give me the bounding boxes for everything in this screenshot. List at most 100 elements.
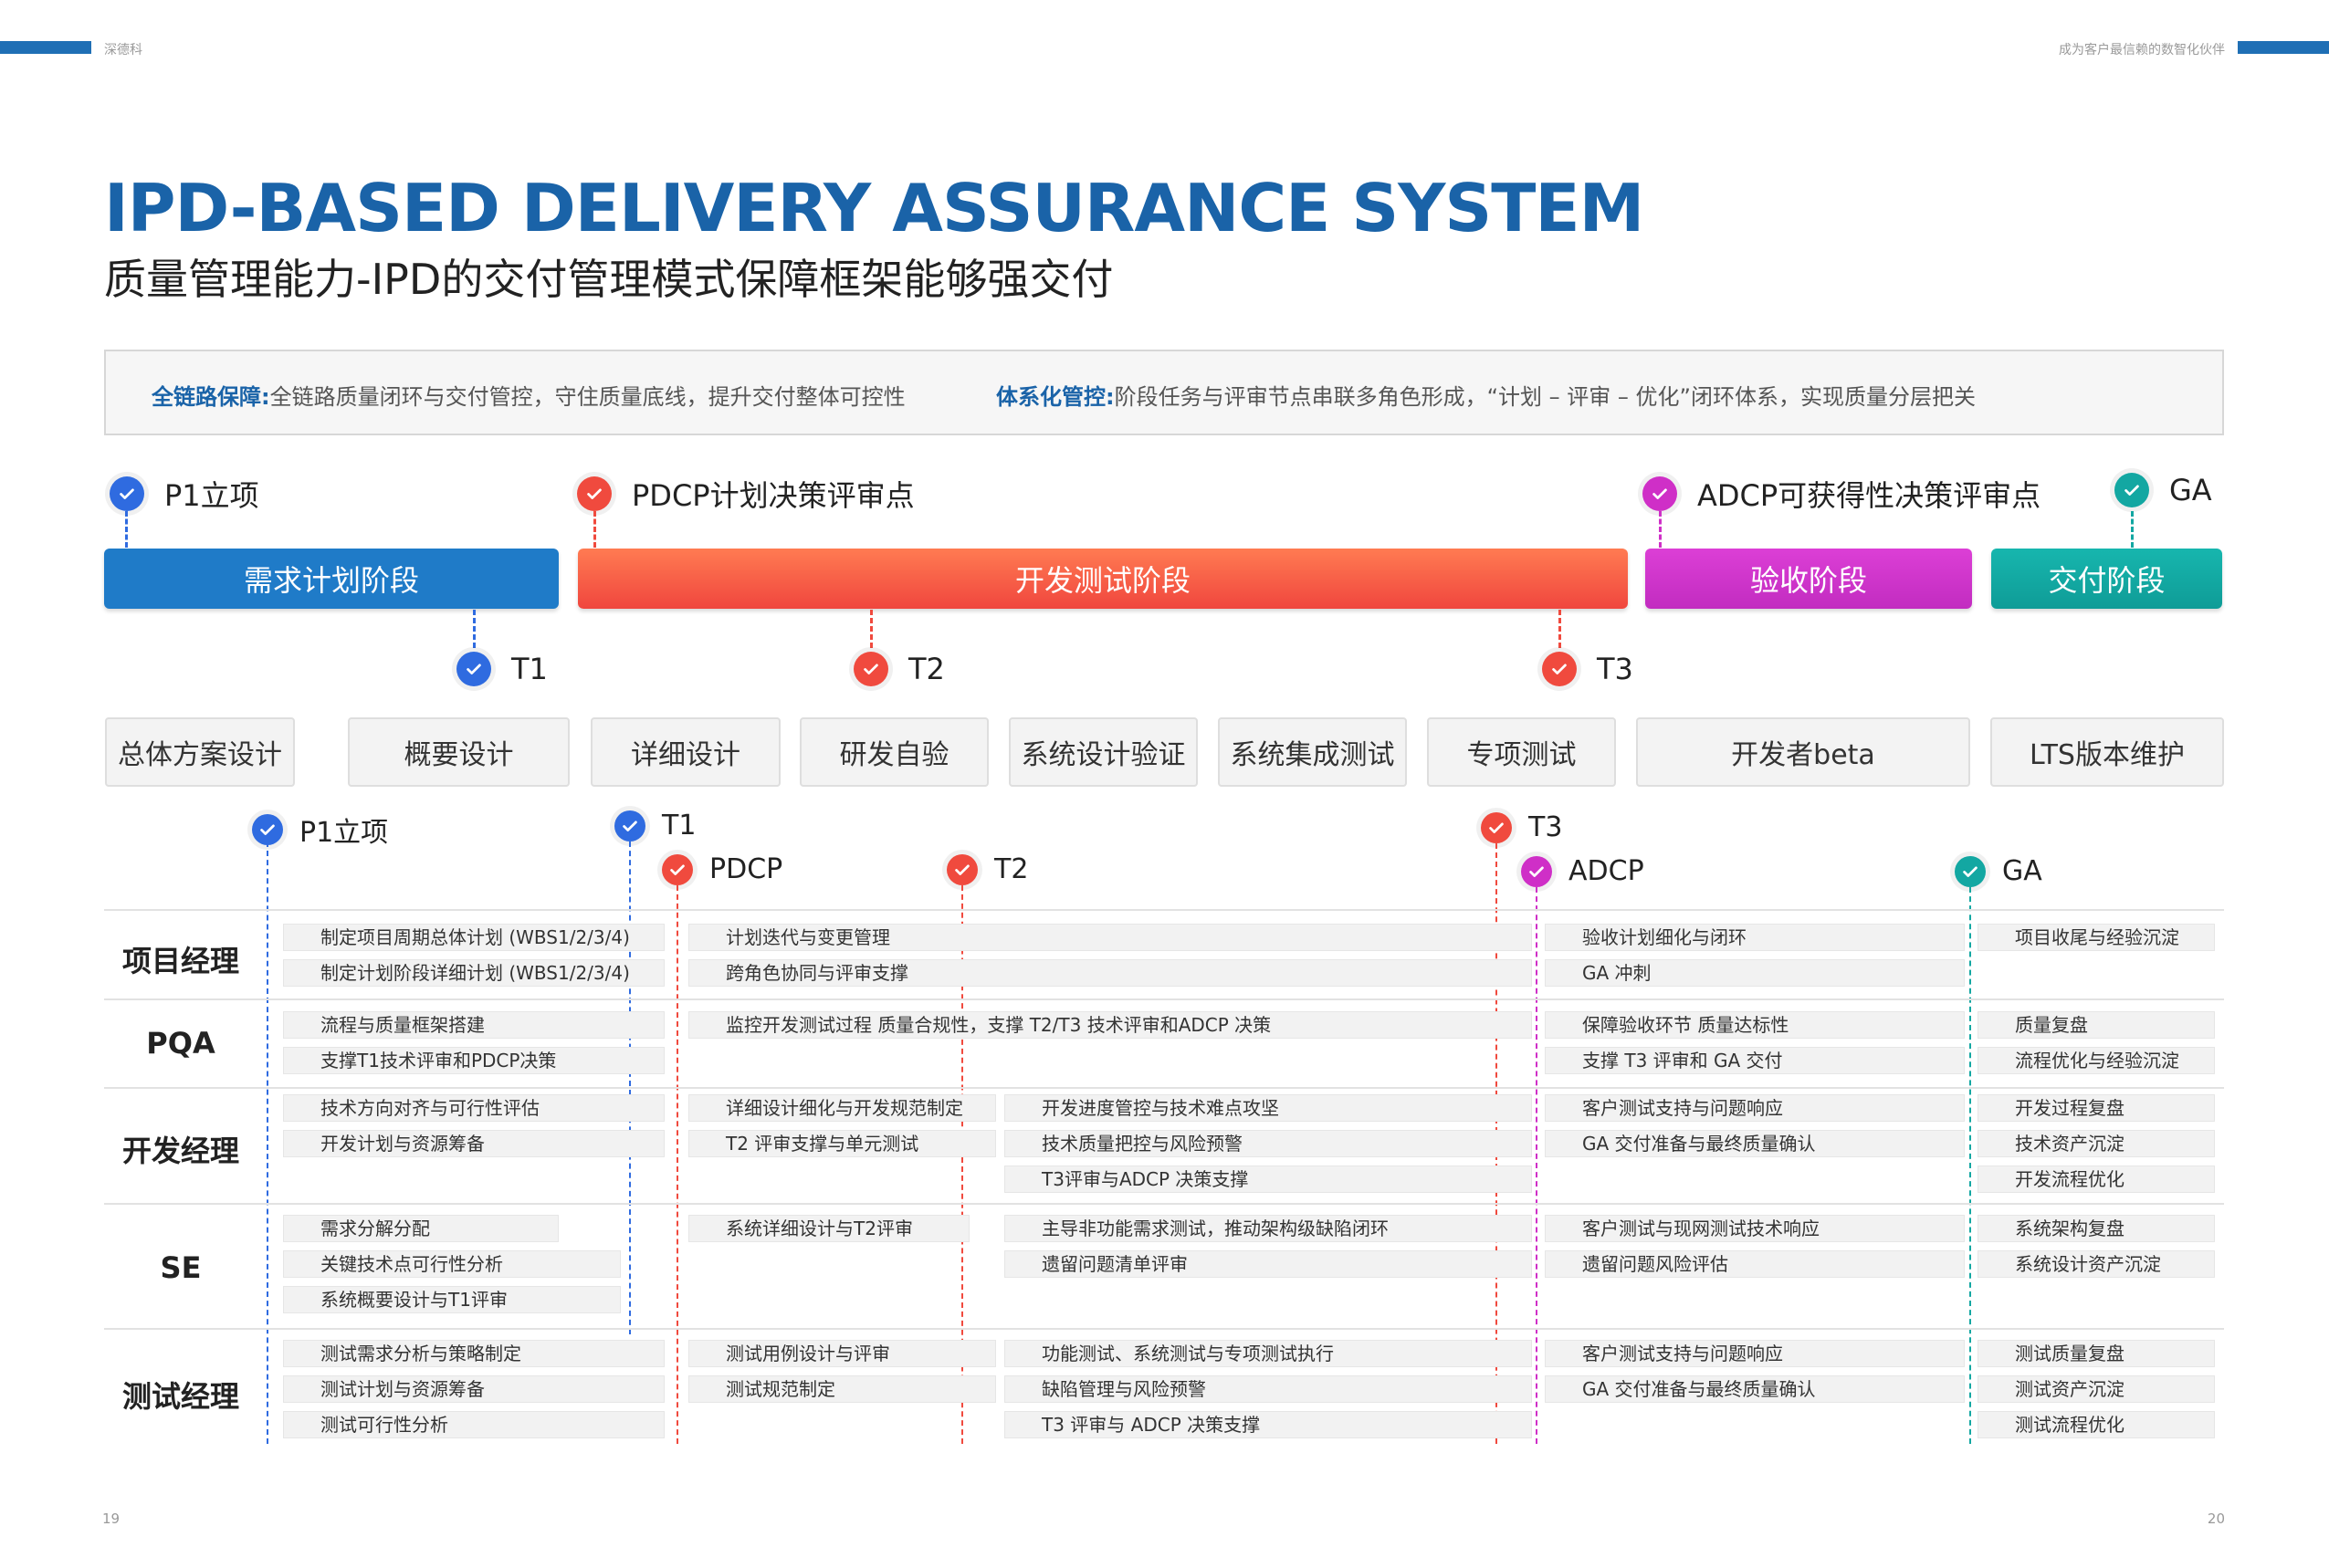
step-detailed-design: 详细设计 bbox=[591, 717, 781, 787]
role-test-manager: 测试经理 bbox=[121, 1379, 239, 1414]
task-cell: 系统设计资产沉淀 bbox=[1978, 1250, 2215, 1278]
connector-line bbox=[473, 610, 476, 648]
task-cell: 流程优化与经验沉淀 bbox=[1978, 1047, 2215, 1074]
row-divider bbox=[104, 1203, 2224, 1205]
connector-line bbox=[870, 610, 873, 648]
task-cell: 技术资产沉淀 bbox=[1978, 1130, 2215, 1157]
task-cell: T2 评审支撑与单元测试 bbox=[688, 1130, 996, 1157]
task-cell: 流程与质量框架搭建 bbox=[283, 1011, 665, 1039]
task-cell: 支撑T1技术评审和PDCP决策 bbox=[283, 1047, 665, 1074]
task-cell: 客户测试支持与问题响应 bbox=[1545, 1340, 1965, 1367]
step-self-verify: 研发自验 bbox=[800, 717, 989, 787]
summary-item-1: 全链路保障:全链路质量闭环与交付管控，守住质量底线，提升交付整体可控性 bbox=[152, 384, 906, 410]
check-icon bbox=[2114, 473, 2149, 507]
milestone-t3: T3 bbox=[1542, 652, 1633, 686]
task-cell: GA 冲刺 bbox=[1545, 959, 1965, 987]
lower-milestone-p1: P1立项 bbox=[252, 810, 388, 850]
row-divider bbox=[104, 1328, 2224, 1330]
page-number-right: 20 bbox=[2207, 1511, 2225, 1527]
step-outline-design: 概要设计 bbox=[348, 717, 570, 787]
connector-line bbox=[1558, 610, 1561, 648]
row-divider bbox=[104, 909, 2224, 911]
task-cell: 需求分解分配 bbox=[283, 1215, 559, 1242]
step-system-design-verify: 系统设计验证 bbox=[1009, 717, 1198, 787]
step-system-integration-test: 系统集成测试 bbox=[1218, 717, 1407, 787]
task-cell: GA 交付准备与最终质量确认 bbox=[1545, 1375, 1965, 1403]
page-number-left: 19 bbox=[102, 1511, 121, 1527]
page-title-cn: 质量管理能力-IPD的交付管理模式保障框架能够强交付 bbox=[104, 255, 1114, 304]
lower-milestone-t1: T1 bbox=[614, 810, 696, 841]
check-icon bbox=[1642, 476, 1677, 511]
task-cell: 制定项目周期总体计划 (WBS1/2/3/4) bbox=[283, 924, 665, 951]
task-cell: 系统详细设计与T2评审 bbox=[688, 1215, 970, 1242]
check-icon bbox=[456, 652, 491, 686]
phase-dev-test: 开发测试阶段 bbox=[578, 549, 1628, 609]
check-icon bbox=[1542, 652, 1577, 686]
task-cell: T3评审与ADCP 决策支撑 bbox=[1004, 1166, 1532, 1193]
guide-line-p1 bbox=[267, 841, 268, 1444]
task-cell: 开发流程优化 bbox=[1978, 1166, 2215, 1193]
milestone-pdcp: PDCP计划决策评审点 bbox=[577, 473, 915, 515]
check-icon bbox=[577, 476, 612, 511]
task-cell: 测试资产沉淀 bbox=[1978, 1375, 2215, 1403]
page-title-en: IPD-BASED DELIVERY ASSURANCE SYSTEM bbox=[104, 170, 1644, 246]
task-cell: 跨角色协同与评审支撑 bbox=[688, 959, 1532, 987]
task-cell: 测试用例设计与评审 bbox=[688, 1340, 996, 1367]
step-developer-beta: 开发者beta bbox=[1636, 717, 1970, 787]
check-icon bbox=[854, 652, 888, 686]
brand-name: 深德科 bbox=[104, 43, 142, 57]
guide-line-pdcp bbox=[677, 885, 678, 1444]
role-pqa: PQA bbox=[146, 1026, 215, 1061]
check-icon bbox=[1481, 811, 1512, 843]
task-cell: 开发进度管控与技术难点攻坚 bbox=[1004, 1094, 1532, 1122]
task-cell: 详细设计细化与开发规范制定 bbox=[688, 1094, 996, 1122]
header-accent-bar-right bbox=[2238, 41, 2329, 54]
task-cell: 测试计划与资源筹备 bbox=[283, 1375, 665, 1403]
milestone-t1: T1 bbox=[456, 652, 548, 686]
step-lts-maintenance: LTS版本维护 bbox=[1990, 717, 2224, 787]
brand-slogan: 成为客户最信赖的数智化伙伴 bbox=[2059, 43, 2225, 57]
task-cell: 技术方向对齐与可行性评估 bbox=[283, 1094, 665, 1122]
lower-milestone-t3: T3 bbox=[1481, 811, 1562, 843]
task-cell: 项目收尾与经验沉淀 bbox=[1978, 924, 2215, 951]
connector-line bbox=[2131, 511, 2134, 548]
task-cell: 关键技术点可行性分析 bbox=[283, 1250, 621, 1278]
summary-box: 全链路保障:全链路质量闭环与交付管控，守住质量底线，提升交付整体可控性 体系化管… bbox=[104, 350, 2224, 435]
connector-line bbox=[1659, 511, 1662, 548]
task-cell: 验收计划细化与闭环 bbox=[1545, 924, 1965, 951]
task-cell: 测试可行性分析 bbox=[283, 1411, 665, 1438]
task-cell: 监控开发测试过程 质量合规性，支撑 T2/T3 技术评审和ADCP 决策 bbox=[688, 1011, 1532, 1039]
summary-item-2: 体系化管控:阶段任务与评审节点串联多角色形成，“计划 – 评审 – 优化”闭环体… bbox=[996, 384, 1976, 410]
task-cell: 缺陷管理与风险预警 bbox=[1004, 1375, 1532, 1403]
task-cell: GA 交付准备与最终质量确认 bbox=[1545, 1130, 1965, 1157]
phase-delivery: 交付阶段 bbox=[1991, 549, 2222, 609]
task-cell: 测试需求分析与策略制定 bbox=[283, 1340, 665, 1367]
row-divider bbox=[104, 1087, 2224, 1089]
task-cell: 系统架构复盘 bbox=[1978, 1215, 2215, 1242]
connector-line bbox=[125, 511, 128, 548]
task-cell: 系统概要设计与T1评审 bbox=[283, 1286, 621, 1313]
lower-milestone-ga: GA bbox=[1955, 855, 2042, 887]
row-divider bbox=[104, 998, 2224, 1000]
milestone-adcp: ADCP可获得性决策评审点 bbox=[1642, 473, 2040, 515]
check-icon bbox=[1955, 855, 1986, 887]
step-overall-design: 总体方案设计 bbox=[105, 717, 295, 787]
guide-line-adcp bbox=[1536, 887, 1537, 1444]
task-cell: T3 评审与 ADCP 决策支撑 bbox=[1004, 1411, 1532, 1438]
check-icon bbox=[110, 476, 144, 511]
task-cell: 测试规范制定 bbox=[688, 1375, 996, 1403]
task-cell: 保障验收环节 质量达标性 bbox=[1545, 1011, 1965, 1039]
lower-milestone-adcp: ADCP bbox=[1521, 855, 1644, 887]
task-cell: 质量复盘 bbox=[1978, 1011, 2215, 1039]
check-icon bbox=[662, 853, 693, 885]
task-cell: 技术质量把控与风险预警 bbox=[1004, 1130, 1532, 1157]
task-cell: 开发计划与资源筹备 bbox=[283, 1130, 665, 1157]
guide-line-ga bbox=[1969, 887, 1971, 1444]
task-cell: 遗留问题清单评审 bbox=[1004, 1250, 1532, 1278]
task-cell: 功能测试、系统测试与专项测试执行 bbox=[1004, 1340, 1532, 1367]
check-icon bbox=[947, 853, 978, 885]
phase-requirements-planning: 需求计划阶段 bbox=[104, 549, 559, 609]
connector-line bbox=[593, 511, 596, 548]
task-cell: 制定计划阶段详细计划 (WBS1/2/3/4) bbox=[283, 959, 665, 987]
task-cell: 计划迭代与变更管理 bbox=[688, 924, 1532, 951]
